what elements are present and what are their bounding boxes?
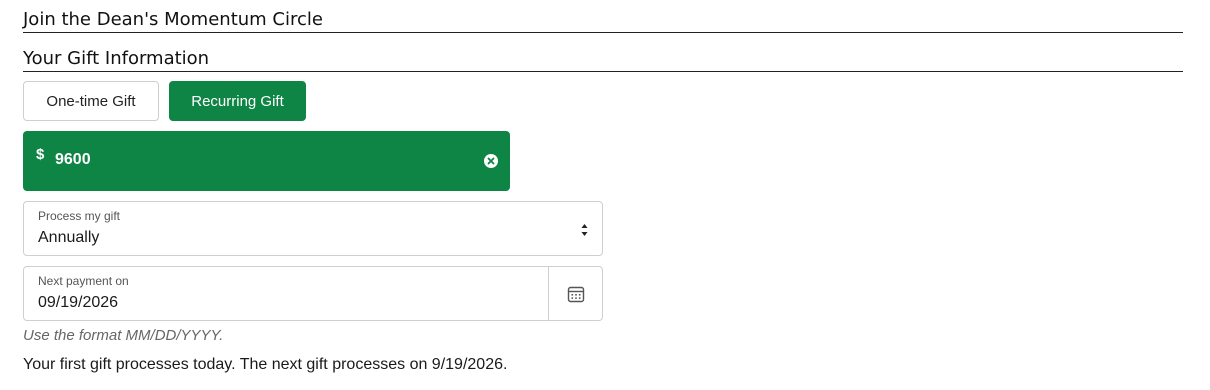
next-payment-value: 09/19/2026	[38, 294, 119, 311]
section-heading: Your Gift Information	[23, 48, 1183, 72]
process-frequency-label: Process my gift	[38, 209, 121, 223]
gift-type-toggle: One-time Gift Recurring Gift	[23, 81, 306, 121]
currency-symbol: $	[36, 146, 45, 163]
calendar-icon	[567, 286, 584, 302]
clear-circle-x-icon[interactable]	[484, 153, 498, 168]
process-frequency-value: Annually	[38, 229, 100, 246]
gift-amount-input[interactable]: $ 9600	[23, 131, 510, 191]
date-format-hint: Use the format MM/DD/YYYY.	[23, 327, 224, 344]
recurring-gift-button[interactable]: Recurring Gift	[169, 81, 306, 121]
gift-form: Join the Dean's Momentum Circle Your Gif…	[0, 0, 1210, 390]
next-payment-field[interactable]: Next payment on 09/19/2026	[23, 266, 603, 321]
sort-arrows-icon	[581, 222, 588, 236]
process-frequency-select[interactable]: Process my gift Annually	[23, 201, 603, 256]
page-title: Join the Dean's Momentum Circle	[23, 9, 1183, 33]
next-payment-label: Next payment on	[38, 274, 129, 288]
calendar-button[interactable]	[549, 267, 602, 320]
schedule-note: Your first gift processes today. The nex…	[23, 356, 508, 373]
gift-amount-value: 9600	[55, 151, 91, 168]
one-time-gift-button[interactable]: One-time Gift	[23, 81, 159, 121]
